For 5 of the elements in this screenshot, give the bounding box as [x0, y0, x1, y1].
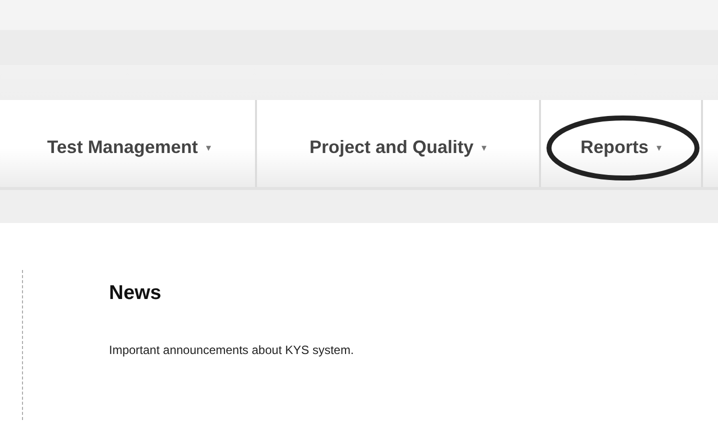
caret-icon: ▾: [482, 142, 487, 154]
caret-icon: ▾: [206, 142, 211, 154]
news-heading: News: [109, 281, 162, 305]
news-text: Important announcements about KYS system.: [109, 343, 355, 357]
caret-icon: ▾: [656, 142, 662, 154]
